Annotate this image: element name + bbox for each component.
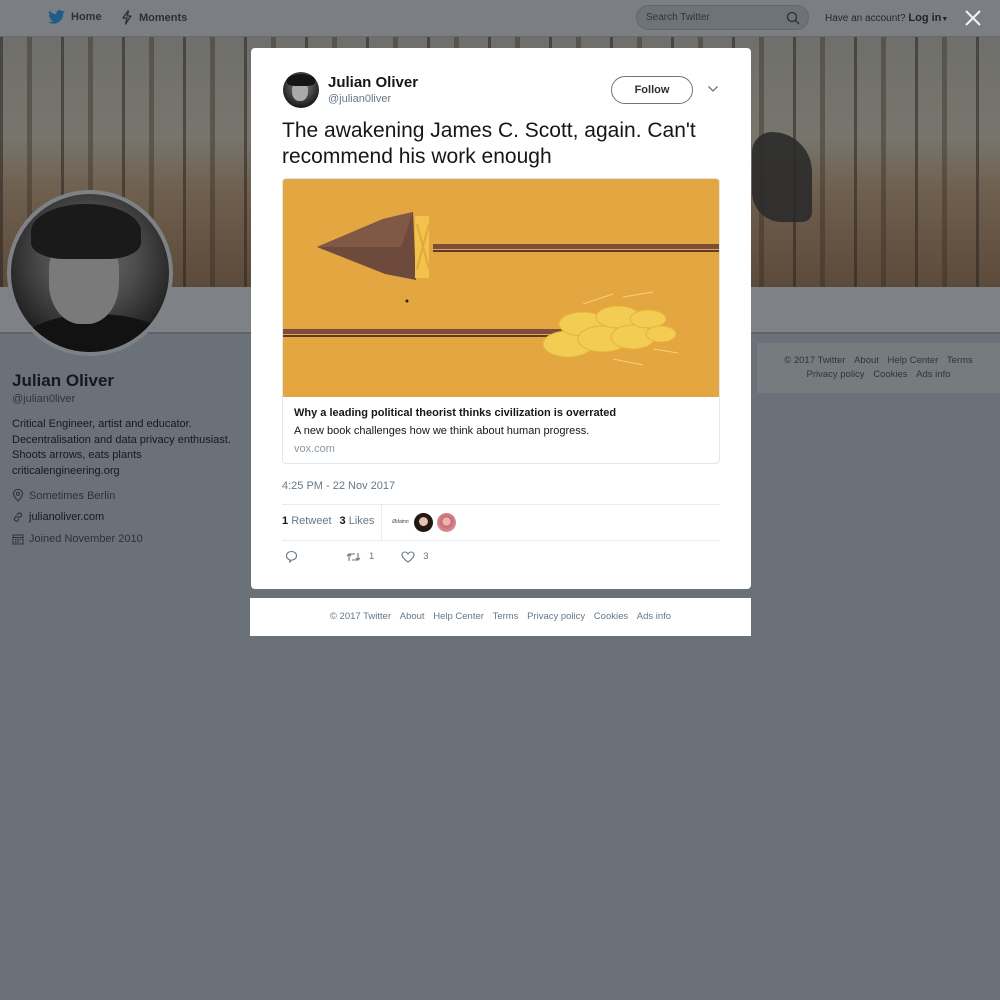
modal-footer-link[interactable]: Help Center [433,611,484,622]
caret-down-icon: ▼ [941,16,949,23]
top-navigation-bar: Home Moments Have an account? Log in▼ [0,0,1000,37]
retweet-stat[interactable]: 1 Retweet [282,515,332,527]
lightning-icon [122,10,132,25]
nav-moments[interactable]: Moments [121,10,187,25]
twitter-bird-icon [48,10,65,24]
link-icon [13,512,23,522]
card-body: Why a leading political theorist thinks … [283,397,719,463]
tweet-author-name[interactable]: Julian Oliver [328,74,418,91]
liker-avatar[interactable] [437,513,456,532]
bio-line: Shoots arrows, eats plants [12,449,142,461]
retweet-stat-label: Retweet [291,515,332,527]
footer-link[interactable]: Terms [947,355,973,366]
location-pin-icon [12,489,24,502]
modal-footer-link[interactable]: About [400,611,425,622]
liker-avatar[interactable] [414,513,433,532]
heart-icon [401,550,415,563]
retweet-count: 1 [369,551,375,562]
close-icon[interactable] [963,8,983,28]
chevron-down-icon[interactable] [707,85,719,93]
likes-stat-label: Likes [348,515,375,527]
profile-location-text: Sometimes Berlin [29,489,116,502]
nav-home-label: Home [71,11,102,23]
footer-link[interactable]: Privacy policy [806,369,864,380]
tweet-timestamp[interactable]: 4:25 PM - 22 Nov 2017 [282,480,395,492]
search-input[interactable] [646,10,786,25]
profile-location: Sometimes Berlin [12,489,115,502]
calendar-icon [12,534,24,545]
liker-avatar[interactable]: Ødatnn [391,513,410,532]
footer-link[interactable]: Help Center [888,355,939,366]
nav-moments-label: Moments [139,11,188,24]
divider [282,540,720,541]
profile-joined-text: Joined November 2010 [29,533,143,545]
footer-link[interactable]: About [854,355,879,366]
modal-footer-link[interactable]: Cookies [594,611,628,622]
footer-link: © 2017 Twitter [784,355,846,366]
likers-avatars: Ødatnn [391,513,456,532]
card-image [283,179,719,397]
sidebar-footer: © 2017 Twitter About Help Center Terms P… [757,343,1000,393]
footer-link[interactable]: Ads info [916,369,950,380]
reply-icon [285,550,298,563]
retweet-button[interactable]: 1 [346,551,374,563]
modal-footer: © 2017 Twitter About Help Center Terms P… [250,598,751,636]
divider [282,504,720,505]
retweet-icon [346,552,361,561]
reply-button[interactable] [285,550,298,563]
nav-home[interactable]: Home [48,10,102,24]
bio-line: Critical Engineer, artist and educator. [12,418,192,430]
bio-link[interactable]: criticalengineering.org [12,464,242,480]
modal-footer-copyright: © 2017 Twitter [329,611,392,622]
card-title: Why a leading political theorist thinks … [294,407,617,419]
modal-footer-link[interactable]: Ads info [637,611,671,622]
like-count: 3 [423,551,429,562]
profile-website[interactable]: julianoliver.com [12,511,104,523]
card-domain: vox.com [294,443,335,455]
tweet-text: The awakening James C. Scott, again. Can… [282,119,696,168]
footer-link[interactable]: Cookies [873,369,907,380]
profile-website-text[interactable]: julianoliver.com [29,511,104,523]
profile-bio: Critical Engineer, artist and educator. … [12,417,242,479]
tweet-stats: 1 Retweet 3 Likes [282,515,374,527]
stats-separator [381,505,382,541]
tweet-author-handle[interactable]: @julian0liver [328,93,391,105]
search-icon[interactable] [786,11,800,25]
card-description: A new book challenges how we think about… [294,425,590,437]
tweet-modal: Julian Oliver @julian0liver Follow The a… [251,48,751,589]
retweet-stat-count: 1 [282,515,289,527]
tweet-author-avatar[interactable] [283,72,319,108]
arrow-and-wheat-illustration [283,179,719,397]
login-link[interactable]: Log in [908,12,941,24]
tweet-actions: 1 3 [285,550,429,563]
profile-avatar[interactable] [7,190,173,356]
profile-joined: Joined November 2010 [12,533,143,545]
bio-line: Decentralisation and data privacy enthus… [12,433,231,446]
account-prompt-text: Have an account? [825,13,906,24]
likes-stat-count: 3 [339,515,346,527]
profile-handle[interactable]: @julian0liver [12,393,75,405]
modal-footer-link[interactable]: Terms [493,611,519,622]
link-preview-card[interactable]: Why a leading political theorist thinks … [282,178,720,464]
profile-name[interactable]: Julian Oliver [12,371,114,391]
banner-figure-shape [752,132,812,222]
modal-footer-link[interactable]: Privacy policy [527,611,585,622]
follow-button[interactable]: Follow [611,76,693,104]
likes-stat[interactable]: 3 Likes [340,515,375,527]
like-button[interactable]: 3 [401,550,429,563]
account-prompt: Have an account? Log in▼ [825,12,948,24]
search-box [636,5,809,30]
